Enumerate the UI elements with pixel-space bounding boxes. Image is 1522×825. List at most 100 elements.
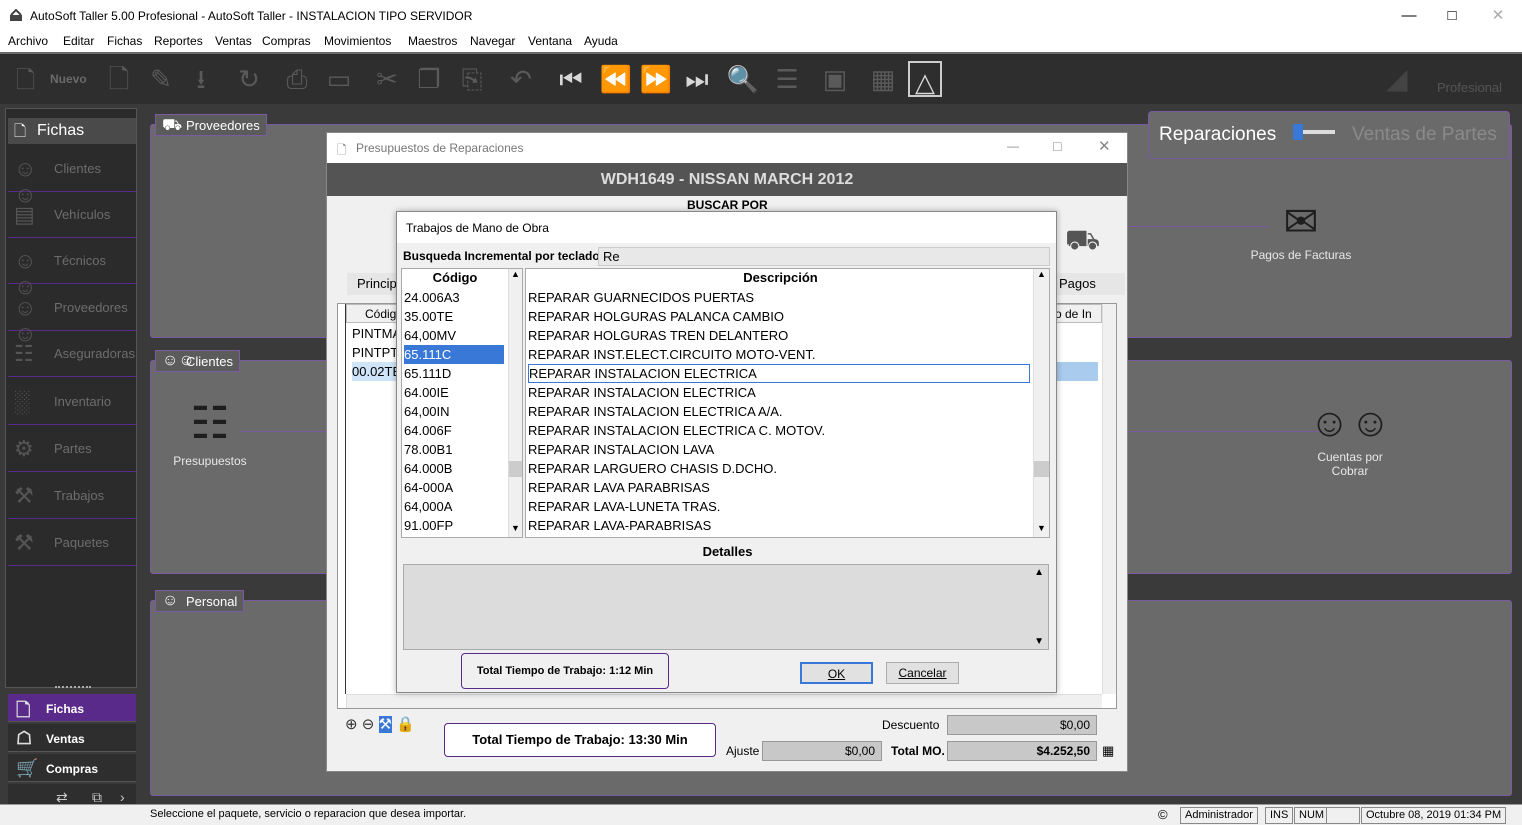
cut-icon[interactable]: ✂	[370, 60, 404, 98]
descuento-field[interactable]: $0,00	[947, 715, 1097, 735]
last-record-icon[interactable]: ⏭	[680, 60, 714, 98]
menu-fichas[interactable]: Fichas	[107, 34, 142, 48]
remove-icon[interactable]: ⊖	[362, 716, 375, 733]
table-row[interactable]: PINTPT	[352, 343, 398, 362]
grid-vscroll[interactable]	[1102, 304, 1116, 694]
descripcion-list-item[interactable]: REPARAR GUARNECIDOS PUERTAS	[528, 288, 1030, 307]
save-icon[interactable]: ⭳	[184, 60, 218, 98]
maximize-icon[interactable]: □	[1432, 6, 1472, 26]
descripcion-list-item[interactable]: REPARAR LAVA-PARABRISAS	[528, 516, 1030, 535]
menu-navegar[interactable]: Navegar	[470, 34, 515, 48]
descripcion-list-item[interactable]: REPARAR INSTALACION ELECTRICA A/A.	[528, 402, 1030, 421]
codigo-header[interactable]: Código	[402, 269, 508, 287]
codigo-list-item[interactable]: 64,00IN	[404, 402, 504, 421]
codigo-list-item[interactable]: 24.006A3	[404, 288, 504, 307]
codigo-list-item[interactable]: 64,00MV	[404, 326, 504, 345]
codigo-list-item[interactable]: 64-000A	[404, 478, 504, 497]
descripcion-header[interactable]: Descripción	[526, 269, 1035, 287]
menu-editar[interactable]: Editar	[63, 34, 94, 48]
cancel-button[interactable]: Cancelar	[886, 662, 959, 684]
undo-icon[interactable]: ↶	[504, 60, 538, 98]
search-input[interactable]: Re	[598, 247, 1050, 266]
menu-archivo[interactable]: Archivo	[8, 34, 48, 48]
sidebar-item-vehiculos[interactable]: ▤ Vehículos	[8, 192, 136, 238]
next-record-icon[interactable]: ⏩	[636, 60, 676, 98]
add-icon[interactable]: ⊕	[345, 716, 358, 733]
ok-button[interactable]: OK	[800, 662, 873, 684]
scroll-down-icon[interactable]: ▼	[1037, 523, 1046, 533]
refresh-icon[interactable]: ↻	[232, 60, 266, 98]
minimize-icon[interactable]: —	[1007, 139, 1019, 153]
presupuestos-shortcut[interactable]: ☷ Presupuestos	[166, 394, 254, 474]
grid-icon[interactable]: ▦	[866, 60, 900, 98]
new-button[interactable]: 🗋 Nuevo	[16, 60, 92, 98]
scroll-thumb[interactable]	[509, 461, 522, 477]
descripcion-list-item[interactable]: REPARAR INSTALACION LAVA	[528, 440, 1030, 459]
codigo-list-item[interactable]: 91.00FP	[404, 516, 504, 535]
copy-icon[interactable]: ❐	[412, 60, 446, 98]
menu-ayuda[interactable]: Ayuda	[584, 34, 618, 48]
camera-icon[interactable]: ▣	[818, 60, 852, 98]
codigo-scrollbar[interactable]: ▲ ▼	[508, 269, 522, 537]
menu-ventana[interactable]: Ventana	[528, 34, 572, 48]
tools-icon[interactable]: ⚒	[378, 716, 392, 733]
scroll-up-icon[interactable]: ▲	[1034, 567, 1044, 578]
menu-movimientos[interactable]: Movimientos	[324, 34, 391, 48]
sidebar-item-inventario[interactable]: ░ Inventario	[8, 379, 136, 425]
sidebar-tab-fichas[interactable]: 🗋 Fichas	[8, 694, 136, 722]
print-icon[interactable]: ⎙	[280, 60, 314, 98]
delete-document-icon[interactable]: 🗋	[102, 60, 136, 98]
scroll-up-icon[interactable]: ▲	[1037, 269, 1046, 279]
sidebar-tab-compras[interactable]: 🛒 Compras	[8, 754, 136, 782]
descripcion-list-item[interactable]: REPARAR INST.ELECT.CIRCUITO MOTO-VENT.	[528, 345, 1030, 364]
descripcion-list-item[interactable]: REPARAR INSTALACION ELECTRICA C. MOTOV.	[528, 421, 1030, 440]
codigo-list-item[interactable]: 64.006F	[404, 421, 504, 440]
minimize-icon[interactable]: —	[1389, 6, 1429, 26]
sidebar-item-aseguradoras[interactable]: ☷ Aseguradoras	[8, 331, 136, 377]
descripcion-list-item[interactable]: REPARAR HOLGURAS TREN DELANTERO	[528, 326, 1030, 345]
mode-switch[interactable]: Reparaciones Ventas de Partes	[1148, 111, 1510, 159]
sidebar-splitter[interactable]	[55, 686, 91, 690]
sidebar-item-paquetes[interactable]: ⚒ Paquetes	[8, 520, 136, 566]
descripcion-scrollbar[interactable]: ▲ ▼	[1033, 269, 1049, 537]
first-record-icon[interactable]: ⏮	[554, 60, 588, 98]
table-row[interactable]: 00.02TE	[352, 362, 402, 381]
ajuste-field[interactable]: $0,00	[762, 741, 882, 761]
grid-hscroll[interactable]	[346, 694, 1102, 708]
codigo-list-item[interactable]: 78.00B1	[404, 440, 504, 459]
maximize-icon[interactable]: □	[1053, 138, 1061, 154]
codigo-list-item[interactable]: 65.111D	[404, 364, 504, 383]
edit-pencil-icon[interactable]: ✎	[144, 60, 178, 98]
calculator-icon[interactable]: ▦	[1102, 743, 1114, 759]
mode-reparaciones[interactable]: Reparaciones	[1159, 124, 1276, 146]
codigo-list-item[interactable]: 65.111C	[404, 345, 504, 364]
scroll-thumb[interactable]	[1034, 461, 1049, 477]
tab-pagos[interactable]: Pagos	[1055, 273, 1125, 295]
descripcion-list-item[interactable]: REPARAR LAVA PARABRISAS	[528, 478, 1030, 497]
grid-col-right[interactable]: o de In	[1050, 304, 1102, 323]
previous-record-icon[interactable]: ⏪	[596, 60, 636, 98]
sidebar-item-trabajos[interactable]: ⚒ Trabajos	[8, 473, 136, 519]
mode-ventas-partes[interactable]: Ventas de Partes	[1352, 124, 1497, 146]
search-icon[interactable]: 🔍	[726, 60, 760, 98]
codigo-list-item[interactable]: 64.00IE	[404, 383, 504, 402]
report-icon[interactable]: ☰	[770, 60, 804, 98]
scroll-up-icon[interactable]: ▲	[511, 269, 520, 279]
close-icon[interactable]: ✕	[1478, 6, 1518, 26]
menu-ventas[interactable]: Ventas	[215, 34, 252, 48]
sidebar-tab-ventas[interactable]: ☖ Ventas	[8, 724, 136, 752]
more-icon[interactable]: ›	[120, 789, 125, 805]
descripcion-list-item[interactable]: REPARAR LAVA-LUNETA TRAS.	[528, 497, 1030, 516]
table-row[interactable]: PINTMA	[352, 324, 401, 343]
paste-icon[interactable]: ⎘	[455, 60, 489, 98]
scroll-down-icon[interactable]: ▼	[511, 523, 520, 533]
lock-icon[interactable]: 🔒	[396, 716, 415, 733]
menu-reportes[interactable]: Reportes	[154, 34, 203, 48]
menu-compras[interactable]: Compras	[262, 34, 311, 48]
sidebar-item-partes[interactable]: ⚙ Partes	[8, 426, 136, 472]
codigo-list-item[interactable]: 35.00TE	[404, 307, 504, 326]
close-icon[interactable]: ✕	[1098, 137, 1111, 155]
codigo-list-item[interactable]: 64,000A	[404, 497, 504, 516]
descripcion-list-item[interactable]: REPARAR LARGUERO CHASIS D.DCHO.	[528, 459, 1030, 478]
descripcion-list-item[interactable]: REPARAR INSTALACION ELECTRICA	[528, 383, 1030, 402]
